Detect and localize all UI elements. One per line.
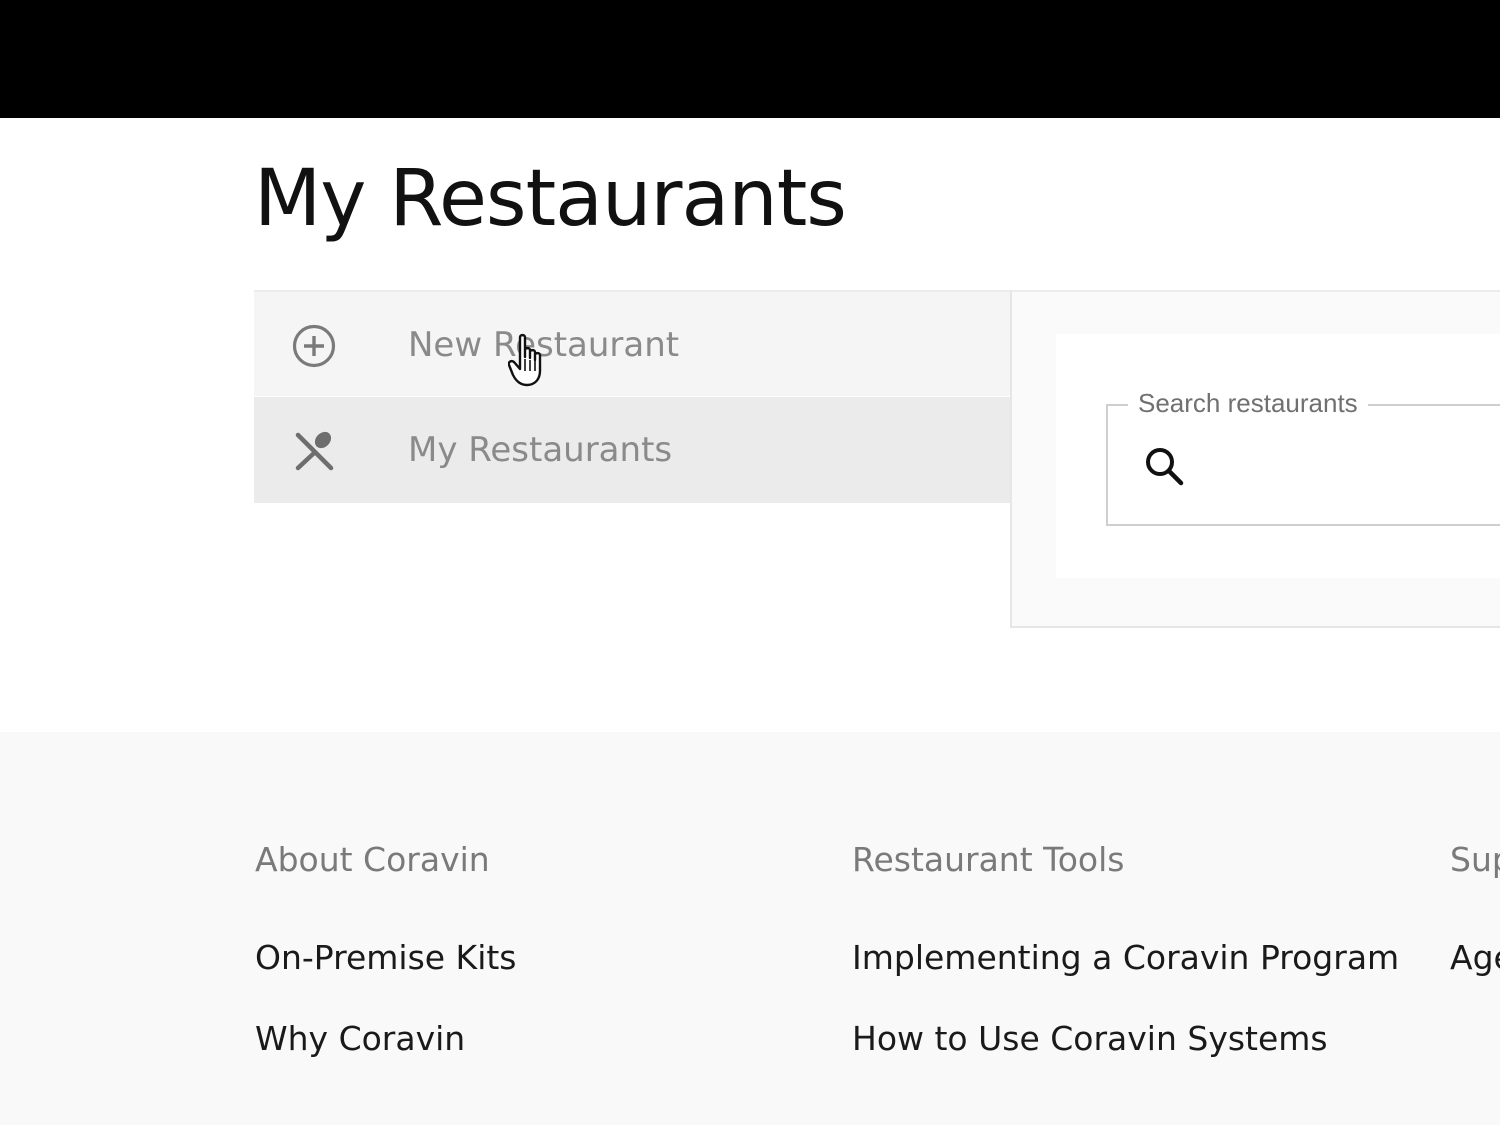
search-field[interactable]: Search restaurants bbox=[1106, 388, 1500, 526]
footer-link-why-coravin[interactable]: Why Coravin bbox=[255, 1019, 465, 1058]
site-footer: About Coravin On-Premise Kits Why Coravi… bbox=[0, 732, 1500, 1125]
plus-circle-icon bbox=[291, 323, 337, 369]
page-title: My Restaurants bbox=[254, 154, 847, 244]
footer-link-age[interactable]: Age bbox=[1450, 938, 1500, 977]
footer-heading-restaurant-tools: Restaurant Tools bbox=[852, 840, 1125, 879]
footer-link-implementing-program[interactable]: Implementing a Coravin Program bbox=[852, 938, 1399, 977]
top-header-bar bbox=[0, 0, 1500, 118]
footer-heading-about: About Coravin bbox=[255, 840, 490, 879]
sidebar-item-new-restaurant[interactable]: New Restaurant bbox=[254, 290, 1010, 396]
footer-heading-support: Sup bbox=[1450, 840, 1500, 879]
search-card: Search restaurants bbox=[1056, 334, 1500, 578]
main-panel: Search restaurants bbox=[1010, 290, 1500, 628]
search-icon[interactable] bbox=[1142, 444, 1188, 490]
search-input[interactable] bbox=[1198, 436, 1500, 498]
search-label: Search restaurants bbox=[1128, 388, 1368, 419]
sidebar-nav: New Restaurant My Restaurants bbox=[254, 290, 1010, 503]
sidebar-item-label: My Restaurants bbox=[408, 430, 673, 470]
sidebar-item-label: New Restaurant bbox=[408, 325, 680, 365]
footer-link-how-to-use[interactable]: How to Use Coravin Systems bbox=[852, 1019, 1328, 1058]
footer-link-on-premise-kits[interactable]: On-Premise Kits bbox=[255, 938, 517, 977]
sidebar-item-my-restaurants[interactable]: My Restaurants bbox=[254, 397, 1010, 503]
fork-spoon-icon bbox=[291, 428, 337, 474]
